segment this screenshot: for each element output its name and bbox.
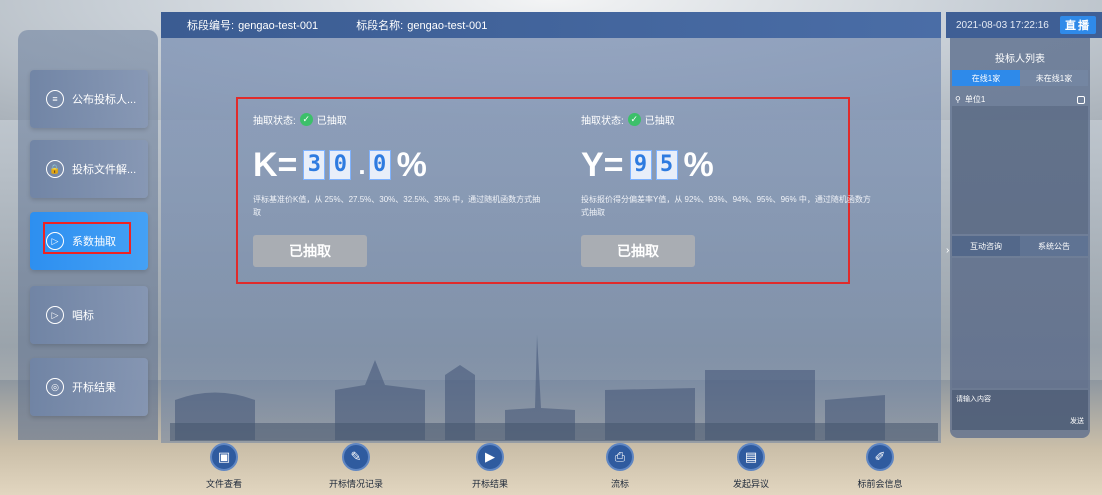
sidebar-item-opening-result[interactable]: ◎ 开标结果	[30, 358, 148, 416]
k-formula: K= 3 0 . 0 %	[253, 145, 543, 185]
sidebar-item-label: 唱标	[72, 310, 94, 322]
sidebar-item-decrypt-files[interactable]: 🔒 投标文件解...	[30, 140, 148, 198]
chat-input-placeholder: 请输入内容	[956, 396, 991, 403]
y-formula: Y= 9 5 %	[581, 145, 871, 185]
play-icon: ▷	[46, 306, 64, 324]
y-variable: Y=	[581, 146, 624, 184]
bottom-toolbar: ▣ 文件查看 ✎ 开标情况记录 ▶ 开标结果 ⎙ 流标 ▤ 发起异议 ✐ 标前会…	[0, 443, 1102, 495]
sidebar-item-label: 公布投标人...	[72, 94, 137, 106]
section-number-value: gengao-test-001	[238, 20, 319, 32]
chat-area	[952, 258, 1088, 388]
fail-icon: ⎙	[606, 443, 634, 471]
datetime: 2021-08-03 17:22:16	[956, 19, 1049, 31]
sidebar-highlight-frame	[43, 222, 131, 254]
tool-label: 标前会信息	[857, 479, 903, 489]
datetime-bar: 2021-08-03 17:22:16 直播	[946, 12, 1102, 38]
result-icon: ▶	[476, 443, 504, 471]
bidder-name: 单位1	[964, 95, 986, 104]
result-icon: ◎	[46, 378, 64, 396]
y-status-value: 已抽取	[644, 116, 675, 127]
list-item[interactable]: ⚲ 单位1	[955, 94, 1085, 105]
file-icon: ▣	[210, 443, 238, 471]
live-button[interactable]: 直播	[1060, 16, 1096, 34]
bidder-list	[952, 106, 1088, 234]
tool-opening-record[interactable]: ✎ 开标情况记录	[306, 443, 406, 490]
k-digit: 0	[368, 150, 391, 180]
tab-offline[interactable]: 未在线1家	[1020, 70, 1088, 86]
k-description: 评标基准价K值，从 25%、27.5%、30%、32.5%、35% 中，通过随机…	[253, 195, 541, 217]
message-icon[interactable]	[1077, 95, 1085, 104]
check-icon: ✓	[627, 113, 641, 126]
section-name-value: gengao-test-001	[407, 20, 488, 32]
y-digit: 9	[629, 150, 652, 180]
section-name-label: 标段名称:	[356, 20, 404, 32]
tool-label: 开标情况记录	[328, 479, 383, 489]
k-status: 抽取状态: ✓ 已抽取	[253, 112, 543, 127]
k-percent: %	[396, 146, 427, 184]
y-description: 投标报价得分偏差率Y值，从 92%、93%、94%、95%、96% 中，通过随机…	[581, 195, 871, 217]
chat-input[interactable]: 请输入内容 发送	[952, 390, 1088, 430]
check-icon: ✓	[299, 113, 313, 126]
top-info-bar: 标段编号: gengao-test-001 标段名称: gengao-test-00…	[161, 12, 941, 38]
sidebar-item-label: 投标文件解...	[72, 164, 137, 176]
tool-raise-objection[interactable]: ▤ 发起异议	[701, 443, 801, 490]
tool-opening-result[interactable]: ▶ 开标结果	[440, 443, 540, 490]
tab-interact[interactable]: 互动咨询	[952, 236, 1020, 256]
y-status: 抽取状态: ✓ 已抽取	[581, 112, 871, 127]
tool-label: 开标结果	[471, 479, 508, 489]
k-extracted-button[interactable]: 已抽取	[253, 235, 367, 267]
tool-pre-bid-meeting[interactable]: ✐ 标前会信息	[830, 443, 930, 490]
objection-icon: ▤	[737, 443, 765, 471]
stage-base	[170, 423, 938, 441]
edit-icon: ✐	[866, 443, 894, 471]
y-percent: %	[683, 146, 714, 184]
bidder-list-title: 投标人列表	[995, 54, 1045, 65]
sidebar-item-bid-reading[interactable]: ▷ 唱标	[30, 286, 148, 344]
chat-tabs: 互动咨询 系统公告	[952, 236, 1088, 256]
k-status-value: 已抽取	[316, 116, 347, 127]
k-extraction-column: 抽取状态: ✓ 已抽取 K= 3 0 . 0 % 评标基准价K值，从 25%、2…	[253, 112, 543, 267]
user-icon: ⚲	[955, 95, 961, 104]
tool-file-view[interactable]: ▣ 文件查看	[174, 443, 274, 490]
tool-failed-bid[interactable]: ⎙ 流标	[570, 443, 670, 490]
sidebar-item-announce-bidders[interactable]: ≡ 公布投标人...	[30, 70, 148, 128]
record-icon: ✎	[342, 443, 370, 471]
k-status-label: 抽取状态:	[253, 116, 296, 127]
tool-label: 发起异议	[732, 479, 769, 489]
send-button[interactable]: 发送	[1070, 416, 1084, 426]
y-extracted-button[interactable]: 已抽取	[581, 235, 695, 267]
tool-label: 文件查看	[205, 479, 242, 489]
section-name: 标段名称: gengao-test-001	[356, 17, 491, 33]
k-decimal-point: .	[358, 150, 366, 180]
section-number: 标段编号: gengao-test-001	[187, 17, 322, 33]
y-status-label: 抽取状态:	[581, 116, 624, 127]
k-digit: 0	[329, 150, 352, 180]
y-digit: 5	[655, 150, 678, 180]
list-icon: ≡	[46, 90, 64, 108]
lock-icon: 🔒	[46, 160, 64, 178]
section-number-label: 标段编号:	[187, 20, 235, 32]
tool-label: 流标	[610, 479, 629, 489]
tab-notice[interactable]: 系统公告	[1020, 236, 1088, 256]
bidder-tabs: 在线1家 未在线1家	[952, 70, 1088, 86]
tab-online[interactable]: 在线1家	[952, 70, 1020, 86]
k-variable: K=	[253, 146, 298, 184]
y-extraction-column: 抽取状态: ✓ 已抽取 Y= 9 5 % 投标报价得分偏差率Y值，从 92%、9…	[581, 112, 871, 267]
k-digit: 3	[303, 150, 326, 180]
sidebar-item-label: 开标结果	[72, 382, 116, 394]
